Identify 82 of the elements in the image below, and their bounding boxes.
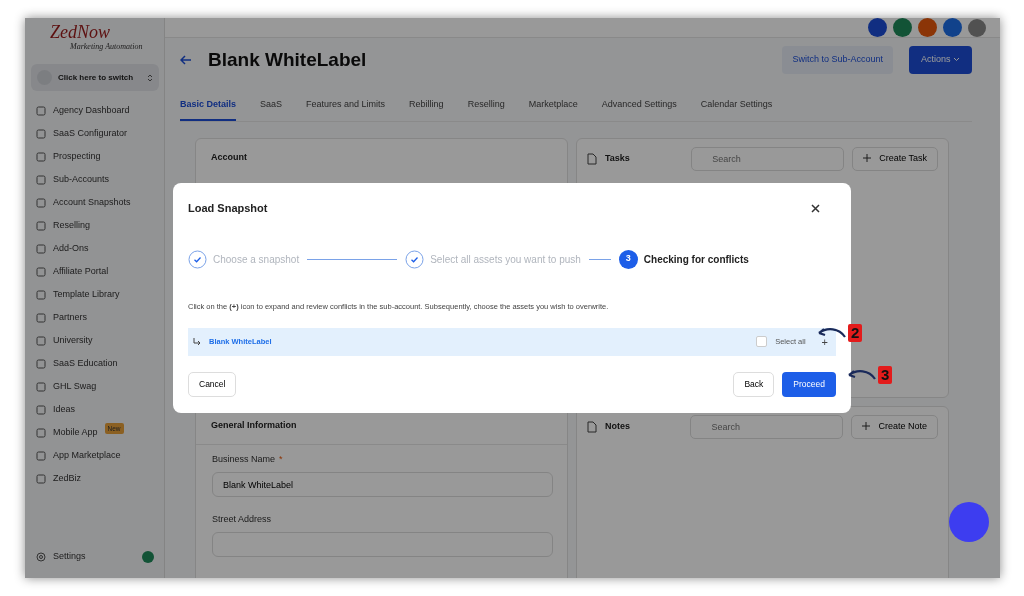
back-button[interactable]: Back xyxy=(733,371,775,397)
sidebar-item[interactable]: Affiliate Portal xyxy=(25,260,164,283)
proceed-button[interactable]: Proceed xyxy=(782,371,836,397)
page-title: Blank WhiteLabel xyxy=(208,47,367,72)
menu-glyph-icon xyxy=(36,312,46,323)
sidebar-item[interactable]: Prospecting xyxy=(25,145,164,168)
tab[interactable]: Features and Limits xyxy=(306,98,386,121)
tab[interactable]: SaaS xyxy=(260,98,283,121)
sidebar-item[interactable]: Reselling xyxy=(25,214,164,237)
sidebar-item[interactable]: Partners xyxy=(25,306,164,329)
menu-glyph-icon xyxy=(36,128,46,139)
search-field[interactable]: Search xyxy=(690,414,844,439)
callout-number: 2 xyxy=(848,324,863,342)
chevron-updown-icon xyxy=(147,72,153,83)
create-note-button[interactable]: Create Note xyxy=(851,414,938,439)
menu-glyph-icon xyxy=(36,450,46,461)
sidebar-item[interactable]: Ideas xyxy=(25,398,164,421)
text-field[interactable]: Blank WhiteLabel xyxy=(212,472,553,497)
step-number: 3 xyxy=(618,249,638,269)
step-label: Select all assets you want to push xyxy=(430,252,581,267)
back-arrow-icon[interactable] xyxy=(180,55,192,65)
brand-logo-text: ZedNow xyxy=(50,23,111,41)
modal-title: Load Snapshot xyxy=(188,201,268,216)
card-title: Notes xyxy=(605,419,630,433)
required-mark: * xyxy=(279,454,283,464)
tab[interactable]: Advanced Settings xyxy=(601,98,677,121)
sidebar-item[interactable]: Add-Ons xyxy=(25,237,164,260)
tab[interactable]: Rebilling xyxy=(409,98,444,121)
return-arrow-icon xyxy=(193,337,201,346)
step-label: Choose a snapshot xyxy=(213,252,300,267)
settings-item[interactable]: Settings xyxy=(36,545,142,569)
menu-glyph-icon xyxy=(36,151,46,162)
field-label: Street Address xyxy=(212,514,272,524)
menu-glyph-icon xyxy=(36,220,46,231)
menu-glyph-icon xyxy=(36,335,46,346)
menu-glyph-icon xyxy=(36,358,46,369)
menu-glyph-icon xyxy=(36,404,46,415)
sidebar-item[interactable]: University xyxy=(25,329,164,352)
card-title: Account xyxy=(210,150,248,164)
close-icon[interactable] xyxy=(811,203,820,213)
avatar-icon[interactable] xyxy=(968,18,986,37)
tab[interactable]: Marketplace xyxy=(528,98,578,121)
sidebar-item[interactable]: Account Snapshots xyxy=(25,191,164,214)
sidebar-item[interactable]: Sub-Accounts xyxy=(25,168,164,191)
cancel-button[interactable]: Cancel xyxy=(188,371,237,397)
sidebar-item[interactable]: Template Library xyxy=(25,283,164,306)
status-dot xyxy=(142,551,154,563)
search-field[interactable]: Search xyxy=(691,146,845,171)
account-switcher[interactable]: Click here to switch xyxy=(31,64,159,91)
sidebar-item[interactable]: GHL Swag xyxy=(25,375,164,398)
step-label: Checking for conflicts xyxy=(643,252,749,267)
menu-glyph-icon xyxy=(36,174,46,185)
sidebar-item[interactable]: Agency Dashboard xyxy=(25,99,164,122)
plus-icon xyxy=(863,154,872,163)
sidebar-item[interactable]: SaaS Education xyxy=(25,352,164,375)
actions-button[interactable]: Actions xyxy=(909,46,972,74)
document-icon xyxy=(587,152,597,165)
field-label: Business Name xyxy=(212,454,276,464)
menu-glyph-icon xyxy=(36,243,46,254)
caret-icon xyxy=(953,57,960,63)
brand-tagline: Marketing Automation xyxy=(69,41,144,53)
menu-glyph-icon xyxy=(36,266,46,277)
sidebar-item[interactable]: App Marketplace xyxy=(25,444,164,467)
callout-number: 3 xyxy=(878,366,893,384)
card-title: Tasks xyxy=(605,151,630,165)
menu-glyph-icon xyxy=(36,381,46,392)
select-all-checkbox[interactable] xyxy=(756,336,768,348)
menu-glyph-icon xyxy=(36,473,46,484)
menu-glyph-icon xyxy=(36,197,46,208)
sidebar-item[interactable]: SaaS Configurator xyxy=(25,122,164,145)
tab[interactable]: Reselling xyxy=(467,98,505,121)
tab[interactable]: Calendar Settings xyxy=(700,98,773,121)
gear-icon xyxy=(36,552,46,562)
menu-glyph-icon xyxy=(36,289,46,300)
document-icon xyxy=(587,420,597,433)
tab[interactable]: Basic Details xyxy=(180,98,237,121)
plus-icon xyxy=(862,422,871,431)
create-task-button[interactable]: Create Task xyxy=(852,146,938,171)
sidebar-item[interactable]: ZedBiz xyxy=(25,467,164,490)
menu-glyph-icon xyxy=(36,427,46,438)
menu-glyph-icon xyxy=(36,105,46,116)
switch-account-button[interactable]: Switch to Sub-Account xyxy=(782,46,893,74)
